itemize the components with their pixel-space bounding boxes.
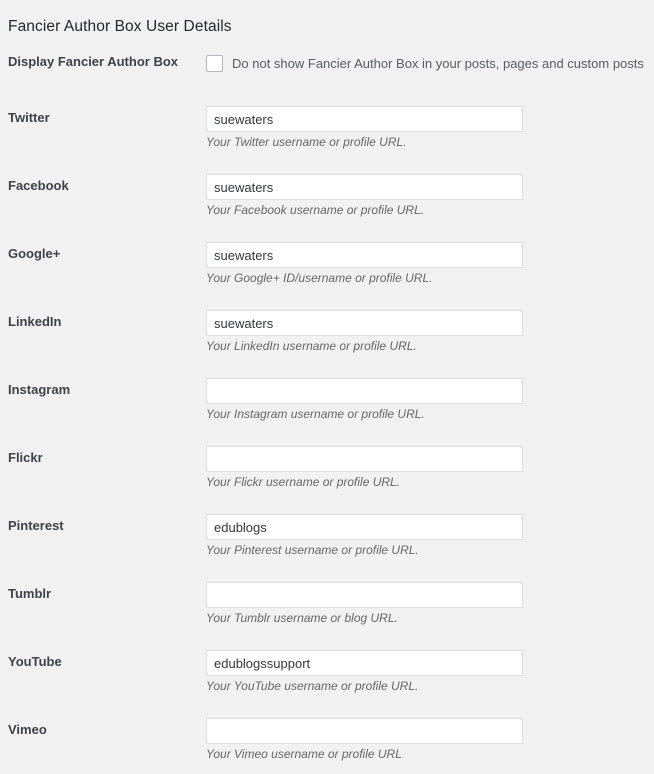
tumblr-label: Tumblr	[8, 586, 52, 601]
display-fancier-author-box-checkbox-row[interactable]: Do not show Fancier Author Box in your p…	[206, 54, 644, 73]
googleplus-hint: Your Google+ ID/username or profile URL.	[206, 271, 433, 285]
facebook-hint: Your Facebook username or profile URL.	[206, 203, 425, 217]
facebook-label: Facebook	[8, 178, 69, 193]
instagram-hint: Your Instagram username or profile URL.	[206, 407, 425, 421]
linkedin-label: LinkedIn	[8, 314, 62, 329]
pinterest-label: Pinterest	[8, 518, 64, 533]
googleplus-label: Google+	[8, 246, 61, 261]
instagram-input[interactable]	[206, 378, 523, 404]
flickr-label: Flickr	[8, 450, 43, 465]
instagram-label: Instagram	[8, 382, 71, 397]
youtube-hint: Your YouTube username or profile URL.	[206, 679, 419, 693]
flickr-field-group: Your Flickr username or profile URL.	[206, 446, 523, 502]
vimeo-field-group: Your Vimeo username or profile URL	[206, 718, 523, 774]
facebook-field-group: Your Facebook username or profile URL.	[206, 174, 523, 230]
linkedin-field-group: Your LinkedIn username or profile URL.	[206, 310, 523, 366]
facebook-input[interactable]	[206, 174, 523, 200]
tumblr-hint: Your Tumblr username or blog URL.	[206, 611, 398, 625]
twitter-input[interactable]	[206, 106, 523, 132]
pinterest-field-group: Your Pinterest username or profile URL.	[206, 514, 523, 570]
youtube-input[interactable]	[206, 650, 523, 676]
display-fancier-author-box-label: Display Fancier Author Box	[8, 54, 178, 69]
do-not-show-author-box-checkbox[interactable]	[206, 55, 223, 72]
vimeo-label: Vimeo	[8, 722, 47, 737]
user-profile-settings-page: Fancier Author Box User Details Display …	[0, 0, 654, 761]
flickr-hint: Your Flickr username or profile URL.	[206, 475, 401, 489]
flickr-input[interactable]	[206, 446, 523, 472]
do-not-show-author-box-checkbox-label: Do not show Fancier Author Box in your p…	[232, 56, 644, 71]
instagram-field-group: Your Instagram username or profile URL.	[206, 378, 523, 434]
tumblr-field-group: Your Tumblr username or blog URL.	[206, 582, 523, 638]
pinterest-hint: Your Pinterest username or profile URL.	[206, 543, 419, 557]
vimeo-input[interactable]	[206, 718, 523, 744]
linkedin-input[interactable]	[206, 310, 523, 336]
youtube-label: YouTube	[8, 654, 62, 669]
twitter-field-group: Your Twitter username or profile URL.	[206, 106, 523, 162]
twitter-hint: Your Twitter username or profile URL.	[206, 135, 407, 149]
tumblr-input[interactable]	[206, 582, 523, 608]
linkedin-hint: Your LinkedIn username or profile URL.	[206, 339, 417, 353]
twitter-label: Twitter	[8, 110, 50, 125]
googleplus-input[interactable]	[206, 242, 523, 268]
pinterest-input[interactable]	[206, 514, 523, 540]
googleplus-field-group: Your Google+ ID/username or profile URL.	[206, 242, 523, 298]
youtube-field-group: Your YouTube username or profile URL.	[206, 650, 523, 706]
page-title: Fancier Author Box User Details	[8, 17, 232, 35]
